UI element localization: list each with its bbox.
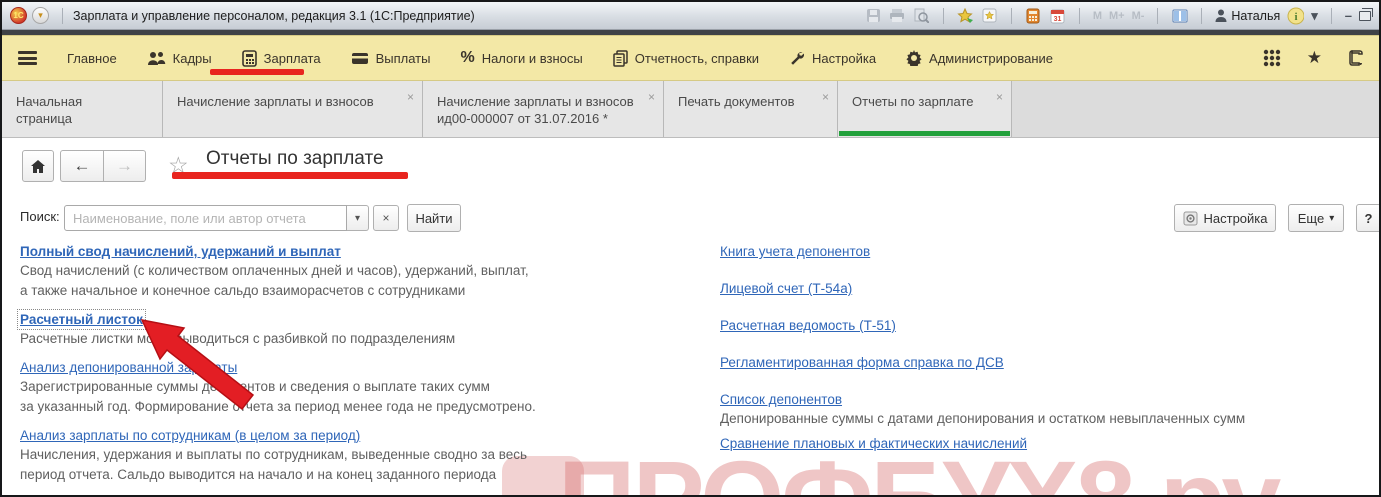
print-preview-icon[interactable]	[913, 7, 930, 24]
tab-pechat-dokumentov[interactable]: Печать документов ×	[664, 81, 838, 137]
titlebar: 1С ▾ Зарплата и управление персоналом, р…	[2, 2, 1379, 30]
tab-otchety-po-zarplate[interactable]: Отчеты по зарплате ×	[838, 81, 1012, 137]
memory-m-button[interactable]: M	[1093, 10, 1102, 22]
divider	[1330, 7, 1332, 24]
menu-item-glavnoe[interactable]: Главное	[67, 51, 117, 66]
split-window-icon[interactable]	[1171, 7, 1188, 24]
home-button[interactable]	[22, 150, 54, 182]
tab-nachislenie-2[interactable]: Начисление зарплаты и взносов ид00-00000…	[423, 81, 664, 137]
settings-icon	[1183, 211, 1197, 225]
divider	[1010, 7, 1012, 24]
hamburger-menu-button[interactable]	[18, 51, 37, 65]
memory-m-plus-button[interactable]: M+	[1109, 10, 1125, 22]
favorites-list-icon[interactable]	[981, 7, 998, 24]
add-favorite-icon[interactable]	[957, 7, 974, 24]
app-window: 1С ▾ Зарплата и управление персоналом, р…	[0, 0, 1381, 497]
home-icon	[31, 159, 45, 173]
tab-nachislenie-1[interactable]: Начисление зарплаты и взносов ×	[163, 81, 423, 137]
dropdown-icon: ▾	[1329, 212, 1335, 224]
divider	[62, 7, 63, 24]
divider	[1078, 7, 1080, 24]
report-link-raschetnyy-listok[interactable]: Расчетный листок	[17, 309, 146, 330]
1c-logo-icon: 1С	[10, 7, 27, 24]
report-link-analiz-deponirovannoy[interactable]: Анализ депонированной зарплаты	[20, 360, 237, 375]
page-content: ПРОФБУХ8.ру ОНЛАЙН-СЕМИНАРЫ И ВИДЕОКУРСЫ…	[2, 138, 1379, 495]
percent-icon: %	[460, 49, 475, 66]
divider	[1157, 7, 1159, 24]
minimize-button[interactable]: –	[1345, 8, 1352, 23]
menu-item-vyplaty[interactable]: Выплаты	[351, 51, 430, 66]
menu-item-zarplata[interactable]: Зарплата	[209, 49, 321, 75]
forward-button[interactable]: →	[104, 150, 146, 182]
help-button[interactable]: ?	[1356, 204, 1379, 232]
reports-column-left: Полный свод начислений, удержаний и выпл…	[17, 244, 536, 482]
back-button[interactable]: ←	[60, 150, 104, 182]
user-icon	[1215, 9, 1227, 22]
report-link-reglamentirovannaya-forma[interactable]: Регламентированная форма справка по ДСВ	[720, 353, 1004, 372]
user-name: Наталья	[1231, 8, 1281, 23]
close-icon[interactable]: ×	[822, 89, 829, 106]
settings-button[interactable]: Настройка	[1174, 204, 1276, 232]
service-grid-icon[interactable]	[1263, 49, 1281, 67]
report-link-analiz-zarplaty[interactable]: Анализ зарплаты по сотрудникам (в целом …	[20, 428, 360, 443]
more-button[interactable]: Еще ▾	[1288, 204, 1344, 232]
window-title: Зарплата и управление персоналом, редакц…	[73, 8, 475, 23]
red-underline-annotation	[209, 68, 304, 75]
find-button[interactable]: Найти	[407, 204, 461, 232]
section-menubar: Главное Кадры Зарплата Выплаты % Налоги …	[2, 35, 1379, 81]
memory-m-minus-button[interactable]: M-	[1132, 10, 1145, 22]
search-input[interactable]	[64, 205, 347, 231]
close-icon[interactable]: ×	[996, 89, 1003, 106]
close-icon[interactable]: ×	[648, 89, 655, 106]
restore-window-button[interactable]	[1359, 7, 1373, 21]
report-link-polnyy-svod[interactable]: Полный свод начислений, удержаний и выпл…	[20, 244, 341, 259]
report-link-sravnenie-nachisleniy[interactable]: Сравнение плановых и фактических начисле…	[720, 434, 1027, 453]
svg-text:i: i	[1295, 11, 1298, 23]
reports-column-right: Книга учета депонентов Лицевой счет (Т-5…	[720, 242, 1246, 453]
svg-text:31: 31	[1053, 16, 1061, 23]
report-pages-icon	[612, 49, 628, 67]
info-dropdown-icon[interactable]: ▾	[1311, 8, 1318, 24]
close-icon[interactable]: ×	[407, 89, 414, 106]
main-menu-button[interactable]: ▾	[32, 7, 49, 24]
menu-item-otchetnost[interactable]: Отчетность, справки	[612, 49, 759, 67]
info-icon[interactable]: i	[1287, 7, 1305, 24]
print-icon[interactable]	[889, 7, 906, 24]
card-icon	[351, 52, 368, 64]
divider	[1201, 7, 1203, 24]
menu-item-kadry[interactable]: Кадры	[147, 51, 212, 66]
search-dropdown-button[interactable]: ▾	[347, 205, 369, 231]
red-underline-annotation	[172, 172, 408, 179]
menu-item-nastroyka[interactable]: Настройка	[789, 50, 876, 66]
gear-icon	[906, 50, 922, 66]
report-link-kniga-ucheta[interactable]: Книга учета депонентов	[720, 242, 870, 261]
report-link-licevoy-schet[interactable]: Лицевой счет (Т-54а)	[720, 279, 852, 298]
hamburger-icon	[18, 51, 37, 65]
people-icon	[147, 51, 165, 65]
calendar-icon[interactable]: 31	[1049, 7, 1066, 24]
calculator-icon[interactable]	[1025, 7, 1042, 24]
active-tab-indicator	[839, 131, 1010, 136]
tab-bar: Начальная страница Начисление зарплаты и…	[2, 81, 1379, 138]
favorites-star-icon[interactable]: ★	[1307, 48, 1322, 68]
menu-item-nalogi[interactable]: % Налоги и взносы	[460, 49, 582, 67]
current-user[interactable]: Наталья	[1215, 9, 1280, 23]
tab-nachalnaya-stranica[interactable]: Начальная страница	[2, 81, 163, 137]
search-clear-button[interactable]: ×	[373, 205, 399, 231]
menu-item-administrirovanie[interactable]: Администрирование	[906, 50, 1053, 66]
save-icon[interactable]	[865, 7, 882, 24]
wrench-icon	[791, 52, 805, 65]
history-scroll-icon[interactable]	[1348, 49, 1363, 67]
divider	[942, 7, 944, 24]
page-title: Отчеты по зарплате	[172, 148, 408, 179]
report-link-raschetnaya-vedomost[interactable]: Расчетная ведомость (Т-51)	[720, 316, 896, 335]
search-label: Поиск:	[20, 209, 60, 224]
report-link-spisok-deponentov[interactable]: Список депонентов	[720, 390, 842, 409]
calculator-icon	[241, 49, 257, 67]
